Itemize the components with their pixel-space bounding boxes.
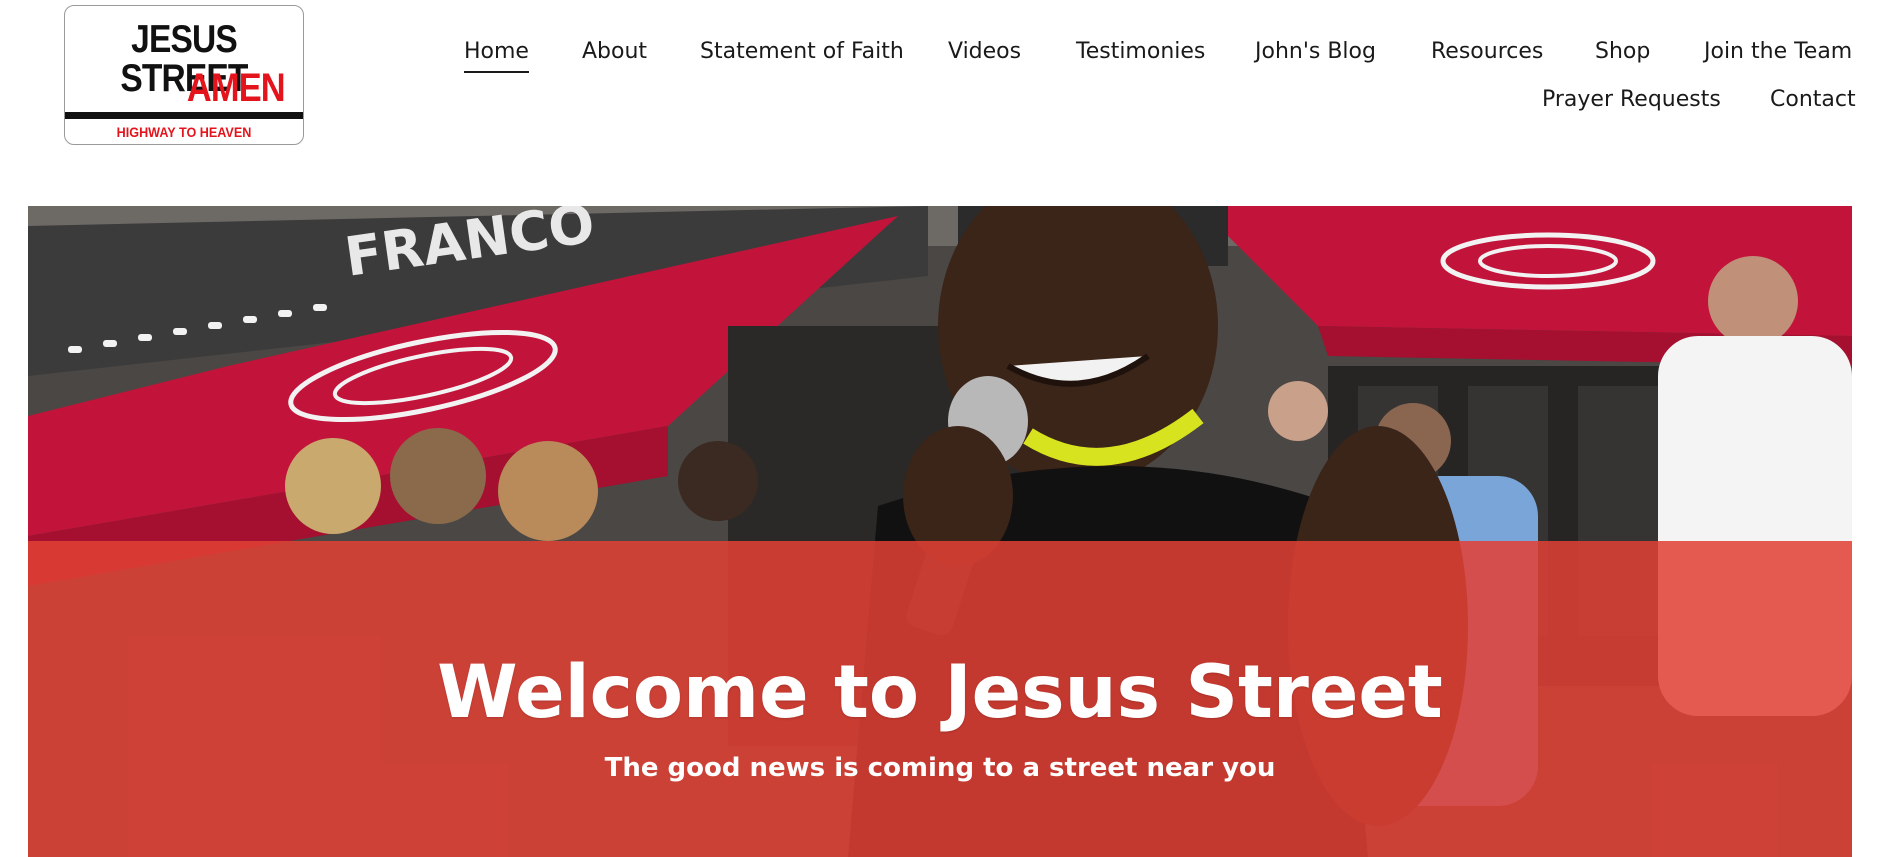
site-logo[interactable]: JESUS STREET AMEN HIGHWAY TO HEAVEN [64,5,304,145]
hero-title: Welcome to Jesus Street [437,650,1443,735]
nav-contact[interactable]: Contact [1770,89,1856,111]
nav-about[interactable]: About [582,41,647,63]
nav-shop[interactable]: Shop [1595,41,1650,63]
page: JESUS STREET AMEN HIGHWAY TO HEAVEN Home… [0,0,1882,857]
nav-home[interactable]: Home [464,41,529,73]
logo-amen: AMEN [187,66,286,110]
hero-banner: FRANCO Welcome to Jesus Street The good … [28,206,1852,857]
nav-statement-of-faith[interactable]: Statement of Faith [700,41,904,63]
logo-divider [65,112,303,119]
nav-videos[interactable]: Videos [948,41,1021,63]
nav-johns-blog[interactable]: John's Blog [1255,41,1376,63]
nav-prayer-requests[interactable]: Prayer Requests [1542,89,1721,111]
nav-testimonies[interactable]: Testimonies [1076,41,1205,63]
nav-join-the-team[interactable]: Join the Team [1704,41,1852,63]
logo-tagline: HIGHWAY TO HEAVEN [116,124,252,140]
nav-resources[interactable]: Resources [1431,41,1543,63]
hero-subtitle: The good news is coming to a street near… [604,753,1276,783]
